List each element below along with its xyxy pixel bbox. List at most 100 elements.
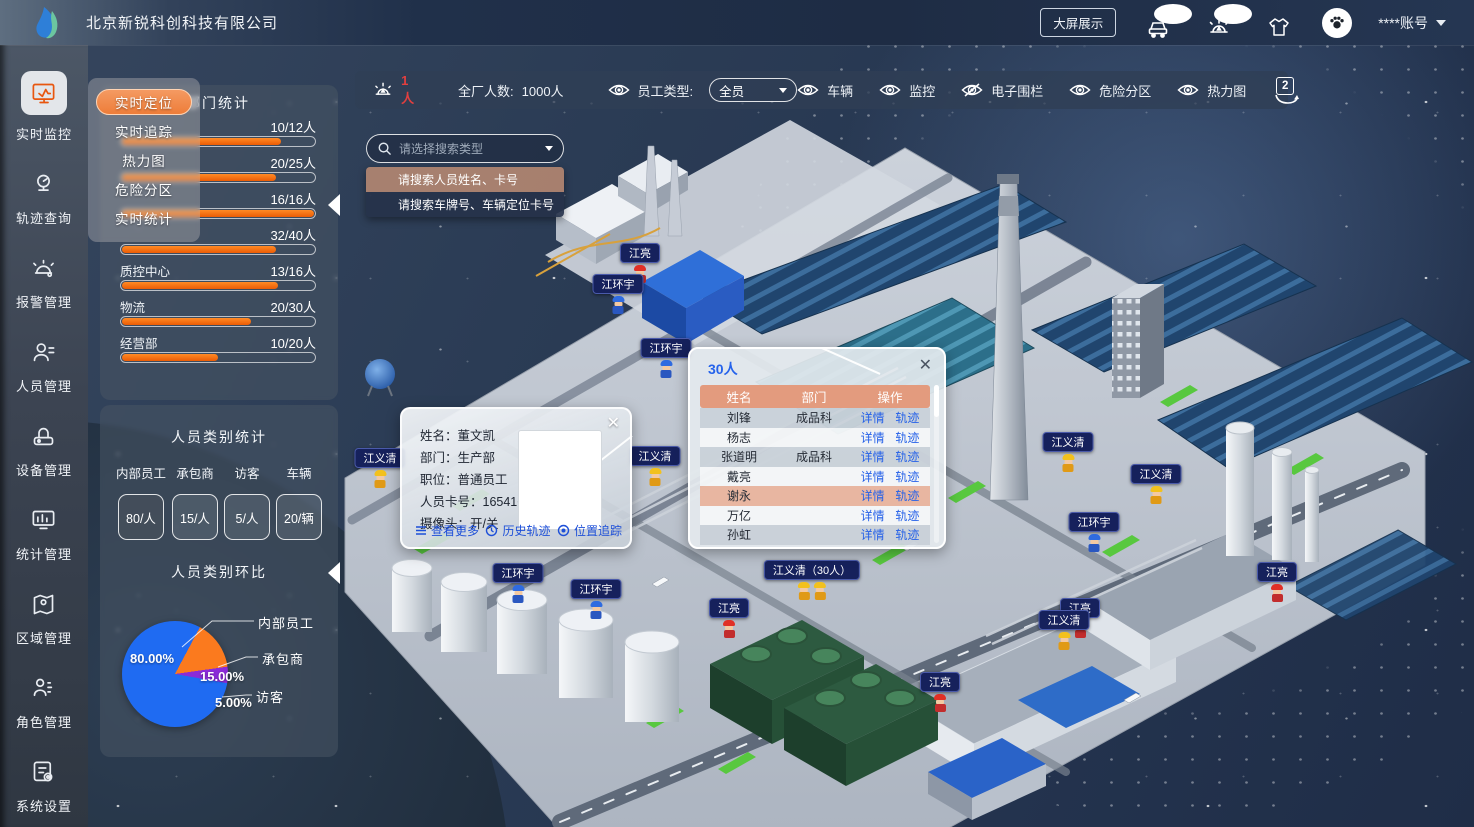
worker-name-label[interactable]: 江义清 [630,446,681,466]
search-option[interactable]: 请搜索车牌号、车辆定位卡号 [366,192,564,217]
detail-link[interactable]: 详情 [861,487,885,504]
track-link[interactable]: 轨迹 [895,468,919,485]
worker-figures [1150,484,1163,504]
track-link[interactable]: 轨迹 [895,487,919,504]
worker-name-label[interactable]: 江义清（30人） [764,560,860,580]
worker-name-label[interactable]: 江义清 [355,448,406,468]
person-action-2[interactable]: 位置追踪 [557,522,622,539]
layer-toggle-车辆[interactable]: 车辆 [797,81,853,100]
worker-figure[interactable] [1088,534,1101,552]
alarm-notice-button[interactable] [1202,8,1236,38]
account-menu[interactable]: ****账号 [1378,13,1446,33]
worker-name-label[interactable]: 江义清 [1131,464,1182,484]
category-value-box[interactable]: 20/辆 [276,494,322,540]
big-screen-button[interactable]: 大屏展示 [1040,8,1116,37]
sidebar-item-monitor[interactable]: 实时监控 [16,71,72,143]
row-actions: 详情轨迹 [850,507,930,524]
submenu-item[interactable]: 热力图 [96,147,192,173]
detail-link[interactable]: 详情 [861,468,885,485]
worker-name-label[interactable]: 江义清 [1039,610,1090,630]
worker-figure[interactable] [512,585,525,603]
close-icon[interactable]: ✕ [607,413,620,433]
worker-name-label[interactable]: 江环宇 [1069,512,1120,532]
sidebar-item-device[interactable]: 设备管理 [16,421,72,479]
alarm-counter[interactable]: 1人 [373,73,418,107]
category-value-box[interactable]: 5/人 [224,494,270,540]
search-option[interactable]: 请搜索人员姓名、卡号 [366,167,564,192]
sidebar-item-stats[interactable]: 统计管理 [16,505,72,563]
device-icon [29,421,59,451]
sidebar-item-alarm[interactable]: 报警管理 [16,253,72,311]
worker-figure[interactable] [612,296,625,314]
worker-name-label[interactable]: 江亮 [920,672,960,692]
sidebar-item-person[interactable]: 人员管理 [16,337,72,395]
worker-figure[interactable] [1062,454,1075,472]
detail-link[interactable]: 详情 [861,429,885,446]
patrol-car-button[interactable] [1142,8,1176,38]
eye-icon [1069,82,1091,98]
employee-type-select[interactable]: 全员 [709,78,797,102]
panel-collapse-arrow[interactable] [328,562,340,584]
search-input[interactable] [399,142,538,156]
submenu-item[interactable]: 实时统计 [96,205,192,231]
layer-toggle-电子围栏[interactable]: 电子围栏 [961,81,1043,100]
worker-figure[interactable] [660,360,673,378]
layer-toggle-监控[interactable]: 监控 [879,81,935,100]
worker-name-label[interactable]: 江环宇 [641,338,692,358]
eye-icon[interactable] [608,82,630,98]
worker-figure[interactable] [374,470,387,488]
track-icon [29,169,59,199]
track-link[interactable]: 轨迹 [895,429,919,446]
sidebar-item-settings[interactable]: 系统设置 [16,757,72,815]
person-action-0[interactable]: 查看更多 [414,522,479,539]
category-stat-boxes: 内部员工80/人承包商15/人访客5/人车辆20/辆 [114,463,324,540]
worker-name-label[interactable]: 江环宇 [571,579,622,599]
track-link[interactable]: 轨迹 [895,526,919,543]
track-link[interactable]: 轨迹 [895,507,919,524]
person-name: 刘锋 [700,409,778,426]
worker-figure[interactable] [1150,486,1163,504]
panel-collapse-arrow[interactable] [328,194,340,216]
worker-name-label[interactable]: 江亮 [709,598,749,618]
worker-figure[interactable] [934,694,947,712]
submenu-item[interactable]: 实时追踪 [96,118,192,144]
worker-name-label[interactable]: 江亮 [620,243,660,263]
worker-name-label[interactable]: 江环宇 [493,563,544,583]
detail-link[interactable]: 详情 [861,409,885,426]
detail-link[interactable]: 详情 [861,526,885,543]
worker-figure[interactable] [1271,584,1284,602]
worker-figure[interactable] [1058,632,1071,650]
scrollbar-thumb[interactable] [934,385,939,417]
pie-label: 访客 [256,687,284,706]
worker-name-label[interactable]: 江亮 [1257,562,1297,582]
sidebar-item-role[interactable]: 角色管理 [16,673,72,731]
track-link[interactable]: 轨迹 [895,448,919,465]
chevron-down-icon [1436,20,1446,26]
worker-name-label[interactable]: 江环宇 [593,274,644,294]
sidebar-item-track[interactable]: 轨迹查询 [16,169,72,227]
chevron-down-icon[interactable] [545,146,553,151]
track-link[interactable]: 轨迹 [895,409,919,426]
category-value-box[interactable]: 80/人 [118,494,164,540]
submenu-item[interactable]: 实时定位 [96,89,192,115]
sidebar-item-region[interactable]: 区域管理 [16,589,72,647]
layer-toggle-热力图[interactable]: 热力图 [1177,81,1246,100]
layer-toggle-危险分区[interactable]: 危险分区 [1069,81,1151,100]
worker-figure[interactable] [649,468,662,486]
submenu-item[interactable]: 危险分区 [96,176,192,202]
avatar[interactable] [1322,8,1352,38]
detail-link[interactable]: 详情 [861,507,885,524]
worker-figure[interactable] [814,582,827,600]
category-value-box[interactable]: 15/人 [172,494,218,540]
worker-figure[interactable] [723,620,736,638]
worker-figure[interactable] [590,601,603,619]
workwear-button[interactable] [1262,8,1296,38]
person-action-1[interactable]: 历史轨迹 [485,522,550,539]
account-label: ****账号 [1378,13,1428,33]
sidebar-item-label: 实时监控 [16,124,72,143]
detail-link[interactable]: 详情 [861,448,885,465]
close-icon[interactable]: ✕ [919,355,932,375]
worker-figure[interactable] [798,582,811,600]
personnel-category-panel: 人员类别统计 内部员工80/人承包商15/人访客5/人车辆20/辆 人员类别环比… [100,405,338,757]
worker-name-label[interactable]: 江义清 [1043,432,1094,452]
